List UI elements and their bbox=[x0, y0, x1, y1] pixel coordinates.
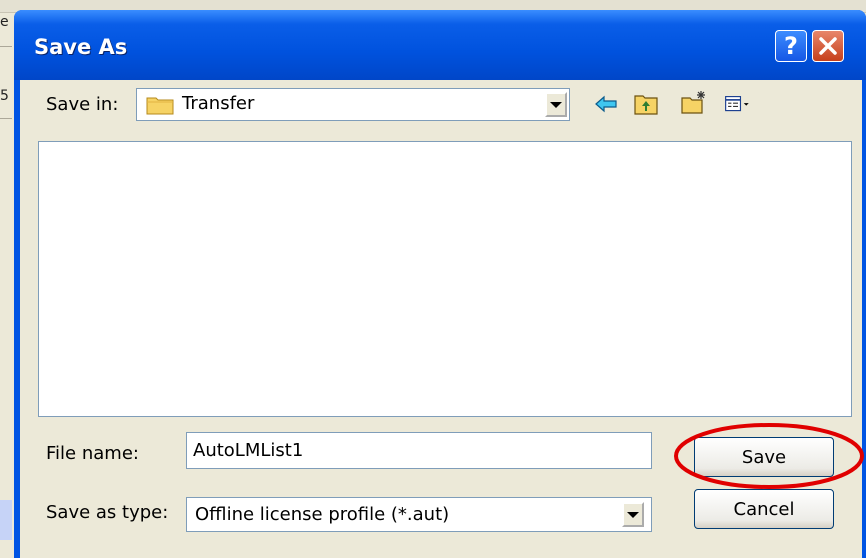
save-in-value: Transfer bbox=[182, 93, 255, 114]
cancel-button[interactable]: Cancel bbox=[694, 489, 834, 529]
save-as-type-value: Offline license profile (*.aut) bbox=[195, 504, 450, 525]
save-as-type-dropdown-arrow[interactable] bbox=[622, 502, 644, 527]
title-bar[interactable] bbox=[14, 10, 866, 80]
close-button[interactable] bbox=[812, 30, 844, 62]
up-one-level-icon[interactable] bbox=[632, 91, 660, 117]
file-name-label: File name: bbox=[46, 443, 139, 464]
file-name-input[interactable] bbox=[186, 432, 652, 469]
close-icon bbox=[819, 37, 837, 55]
background-divider bbox=[0, 118, 12, 119]
folder-icon bbox=[146, 97, 174, 115]
file-list-pane[interactable] bbox=[38, 141, 852, 417]
dialog-title: Save As bbox=[34, 35, 128, 59]
save-as-type-label: Save as type: bbox=[46, 502, 169, 523]
help-button[interactable]: ? bbox=[775, 30, 807, 62]
background-text-fragment: e bbox=[0, 14, 9, 30]
save-in-label: Save in: bbox=[46, 94, 119, 115]
background-divider bbox=[0, 46, 12, 47]
background-panel bbox=[0, 500, 12, 540]
background-text-fragment: 5 bbox=[0, 88, 9, 104]
save-button[interactable]: Save bbox=[694, 437, 834, 477]
save-in-dropdown-arrow[interactable] bbox=[545, 92, 567, 117]
views-menu-icon[interactable] bbox=[724, 91, 752, 117]
back-icon[interactable] bbox=[592, 91, 620, 117]
new-folder-icon[interactable] bbox=[680, 89, 708, 115]
